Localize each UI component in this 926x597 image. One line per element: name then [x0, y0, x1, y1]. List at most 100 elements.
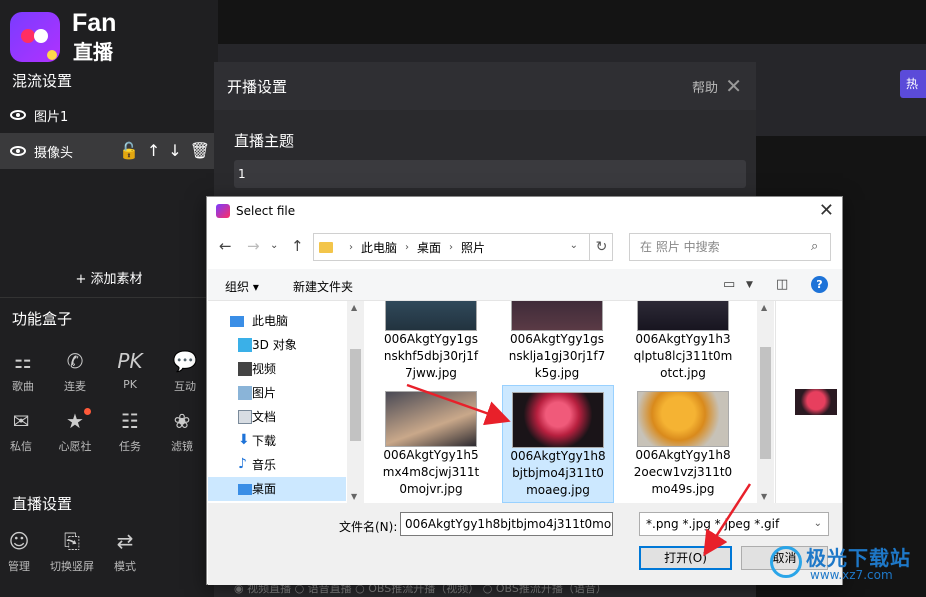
- address-bar[interactable]: › 此电脑 › 桌面 › 照片 ⌄: [313, 233, 613, 261]
- file-thumbnail: [512, 392, 604, 448]
- live-mode[interactable]: ⇄ 模式: [102, 528, 148, 574]
- function-task[interactable]: ☷ 任务: [107, 408, 153, 454]
- video-icon: [238, 362, 252, 376]
- filter-icon: ❀: [173, 409, 191, 433]
- function-connect[interactable]: ✆ 连麦: [52, 348, 98, 394]
- scroll-down-icon[interactable]: ▼: [351, 492, 357, 501]
- file-thumbnail: [637, 391, 729, 447]
- chevron-down-icon[interactable]: ▼: [746, 280, 753, 290]
- file-dialog-footer: 文件名(N): 006AkgtYgy1h8bjtbjmo4j311t0moa *…: [208, 503, 842, 585]
- tree-item-3d[interactable]: 3D 对象: [208, 333, 346, 357]
- manage-icon: ☺: [8, 529, 30, 553]
- tree-item-pc[interactable]: 此电脑: [208, 309, 346, 333]
- tree-item-desktop[interactable]: 桌面: [208, 477, 346, 501]
- chevron-down-icon: ⌄: [813, 518, 822, 529]
- file-item-selected[interactable]: 006AkgtYgy1h8 bjtbjmo4j311t0 moaeg.jpg: [502, 385, 614, 503]
- layer-item-image[interactable]: 图片1: [0, 97, 218, 133]
- filename-input[interactable]: 006AkgtYgy1h8bjtbjmo4j311t0moa: [400, 512, 613, 536]
- refresh-icon[interactable]: ↻: [589, 233, 613, 261]
- cube-icon: [238, 338, 252, 352]
- stream-dialog-title: 开播设置: [227, 77, 288, 96]
- logo-subtext: 直播: [73, 40, 113, 64]
- live-settings-title: 直播设置: [12, 495, 73, 513]
- file-item[interactable]: 006AkgtYgy1gs nsklja1gj30rj1f7 k5g.jpg: [501, 301, 613, 382]
- function-pk[interactable]: PK PK: [107, 348, 153, 391]
- topic-input[interactable]: 1: [234, 160, 746, 188]
- tree-item-video[interactable]: 视频: [208, 357, 346, 381]
- layer-item-camera[interactable]: 摄像头 🔓 ↑ ↓ 🗑: [0, 133, 218, 169]
- up-arrow-icon[interactable]: ↑: [291, 237, 304, 255]
- eye-icon[interactable]: [10, 110, 26, 120]
- breadcrumb-item[interactable]: 照片: [461, 239, 485, 256]
- hot-button[interactable]: 热: [900, 70, 926, 98]
- app-logo-icon: [10, 12, 60, 62]
- live-rotate[interactable]: ⎘ 切换竖屏: [44, 528, 100, 574]
- back-arrow-icon[interactable]: ←: [219, 237, 232, 255]
- mix-settings-title: 混流设置: [12, 72, 73, 90]
- layer-label: 摄像头: [34, 145, 74, 161]
- chevron-down-icon[interactable]: ⌄: [570, 240, 578, 251]
- tree-item-documents[interactable]: 文档: [208, 405, 346, 429]
- chevron-down-icon[interactable]: ⌄: [270, 240, 278, 251]
- scroll-down-icon[interactable]: ▼: [761, 492, 767, 501]
- function-interact[interactable]: 💬 互动: [162, 348, 208, 394]
- file-toolbar: 组织 ▾ 新建文件夹 ▭ ▼ ◫ ?: [208, 269, 842, 301]
- delete-icon[interactable]: 🗑: [190, 142, 210, 160]
- file-item[interactable]: 006AkgtYgy1h5 mx4m8cjwj311t 0mojvr.jpg: [375, 391, 487, 498]
- function-songs[interactable]: ⚏ 歌曲: [0, 348, 46, 394]
- help-icon[interactable]: ?: [811, 276, 828, 293]
- add-material-button[interactable]: + 添加素材: [0, 268, 218, 287]
- logo-text: Fan: [72, 9, 117, 37]
- preview-pane-icon[interactable]: ◫: [776, 277, 788, 292]
- notification-dot: [84, 408, 91, 415]
- open-button[interactable]: 打开(O): [639, 546, 732, 570]
- move-up-icon[interactable]: ↑: [147, 142, 160, 160]
- function-wish[interactable]: ★ 心愿社: [52, 408, 98, 454]
- layer-label: 图片1: [34, 109, 69, 125]
- view-icon[interactable]: ▭: [723, 277, 735, 292]
- search-icon[interactable]: ⌕: [811, 239, 834, 254]
- file-item[interactable]: 006AkgtYgy1h3 qlptu8lcj311t0m otct.jpg: [627, 301, 739, 382]
- file-thumbnail: [385, 301, 477, 331]
- tree-item-pictures[interactable]: 图片: [208, 381, 346, 405]
- star-icon: ★: [66, 409, 84, 433]
- close-icon[interactable]: ✕: [819, 200, 834, 221]
- function-filter[interactable]: ❀ 滤镜: [159, 408, 205, 454]
- app-icon: [216, 204, 230, 218]
- eye-icon[interactable]: [10, 146, 26, 156]
- forward-arrow-icon[interactable]: →: [247, 237, 260, 255]
- live-manage[interactable]: ☺ 管理: [0, 528, 42, 574]
- function-message[interactable]: ✉ 私信: [0, 408, 44, 454]
- file-item[interactable]: 006AkgtYgy1h8 2oecw1vzj311t0 mo49s.jpg: [627, 391, 739, 498]
- scroll-thumb[interactable]: [350, 349, 361, 441]
- help-link[interactable]: 帮助: [692, 77, 718, 96]
- search-input[interactable]: 在 照片 中搜索: [629, 233, 831, 261]
- navigation-bar: ← → ⌄ ↑ › 此电脑 › 桌面 › 照片 ⌄ ↻ 在 照片 中搜索 ⌕: [207, 231, 842, 263]
- file-dialog-title: Select file: [236, 204, 296, 218]
- tree-scrollbar[interactable]: ▲ ▼: [347, 301, 364, 503]
- left-sidebar: Fan 直播 混流设置 图片1 摄像头 🔓 ↑ ↓ 🗑 + 添加素材 功能盒子 …: [0, 0, 218, 597]
- watermark: 极光下载站 www.xz7.com: [770, 542, 920, 592]
- download-icon: ⬇: [238, 432, 250, 448]
- breadcrumb-item[interactable]: 桌面: [417, 239, 441, 256]
- function-box-title: 功能盒子: [12, 310, 73, 328]
- organize-menu[interactable]: 组织 ▾: [225, 278, 259, 295]
- file-thumbnail: [385, 391, 477, 447]
- scroll-thumb[interactable]: [760, 347, 771, 459]
- file-list: 006AkgtYgy1gs nskhf5dbj30rj1f 7jww.jpg 0…: [365, 301, 757, 503]
- divider: [0, 297, 218, 298]
- task-icon: ☷: [121, 409, 139, 433]
- close-icon[interactable]: ✕: [725, 74, 742, 98]
- tree-item-music[interactable]: ♪ 音乐: [208, 453, 346, 477]
- new-folder-button[interactable]: 新建文件夹: [293, 278, 353, 295]
- file-item[interactable]: 006AkgtYgy1gs nskhf5dbj30rj1f 7jww.jpg: [375, 301, 487, 382]
- tree-item-downloads[interactable]: ⬇ 下载: [208, 429, 346, 453]
- file-type-select[interactable]: *.png *.jpg *.jpeg *.gif ⌄: [639, 512, 829, 536]
- lock-icon[interactable]: 🔓: [119, 142, 139, 160]
- move-down-icon[interactable]: ↓: [168, 142, 181, 160]
- scroll-up-icon[interactable]: ▲: [351, 303, 357, 312]
- preview-pane: [775, 301, 842, 503]
- breadcrumb-item[interactable]: 此电脑: [361, 239, 397, 256]
- scroll-up-icon[interactable]: ▲: [761, 303, 767, 312]
- file-list-scrollbar[interactable]: ▲ ▼: [757, 301, 774, 503]
